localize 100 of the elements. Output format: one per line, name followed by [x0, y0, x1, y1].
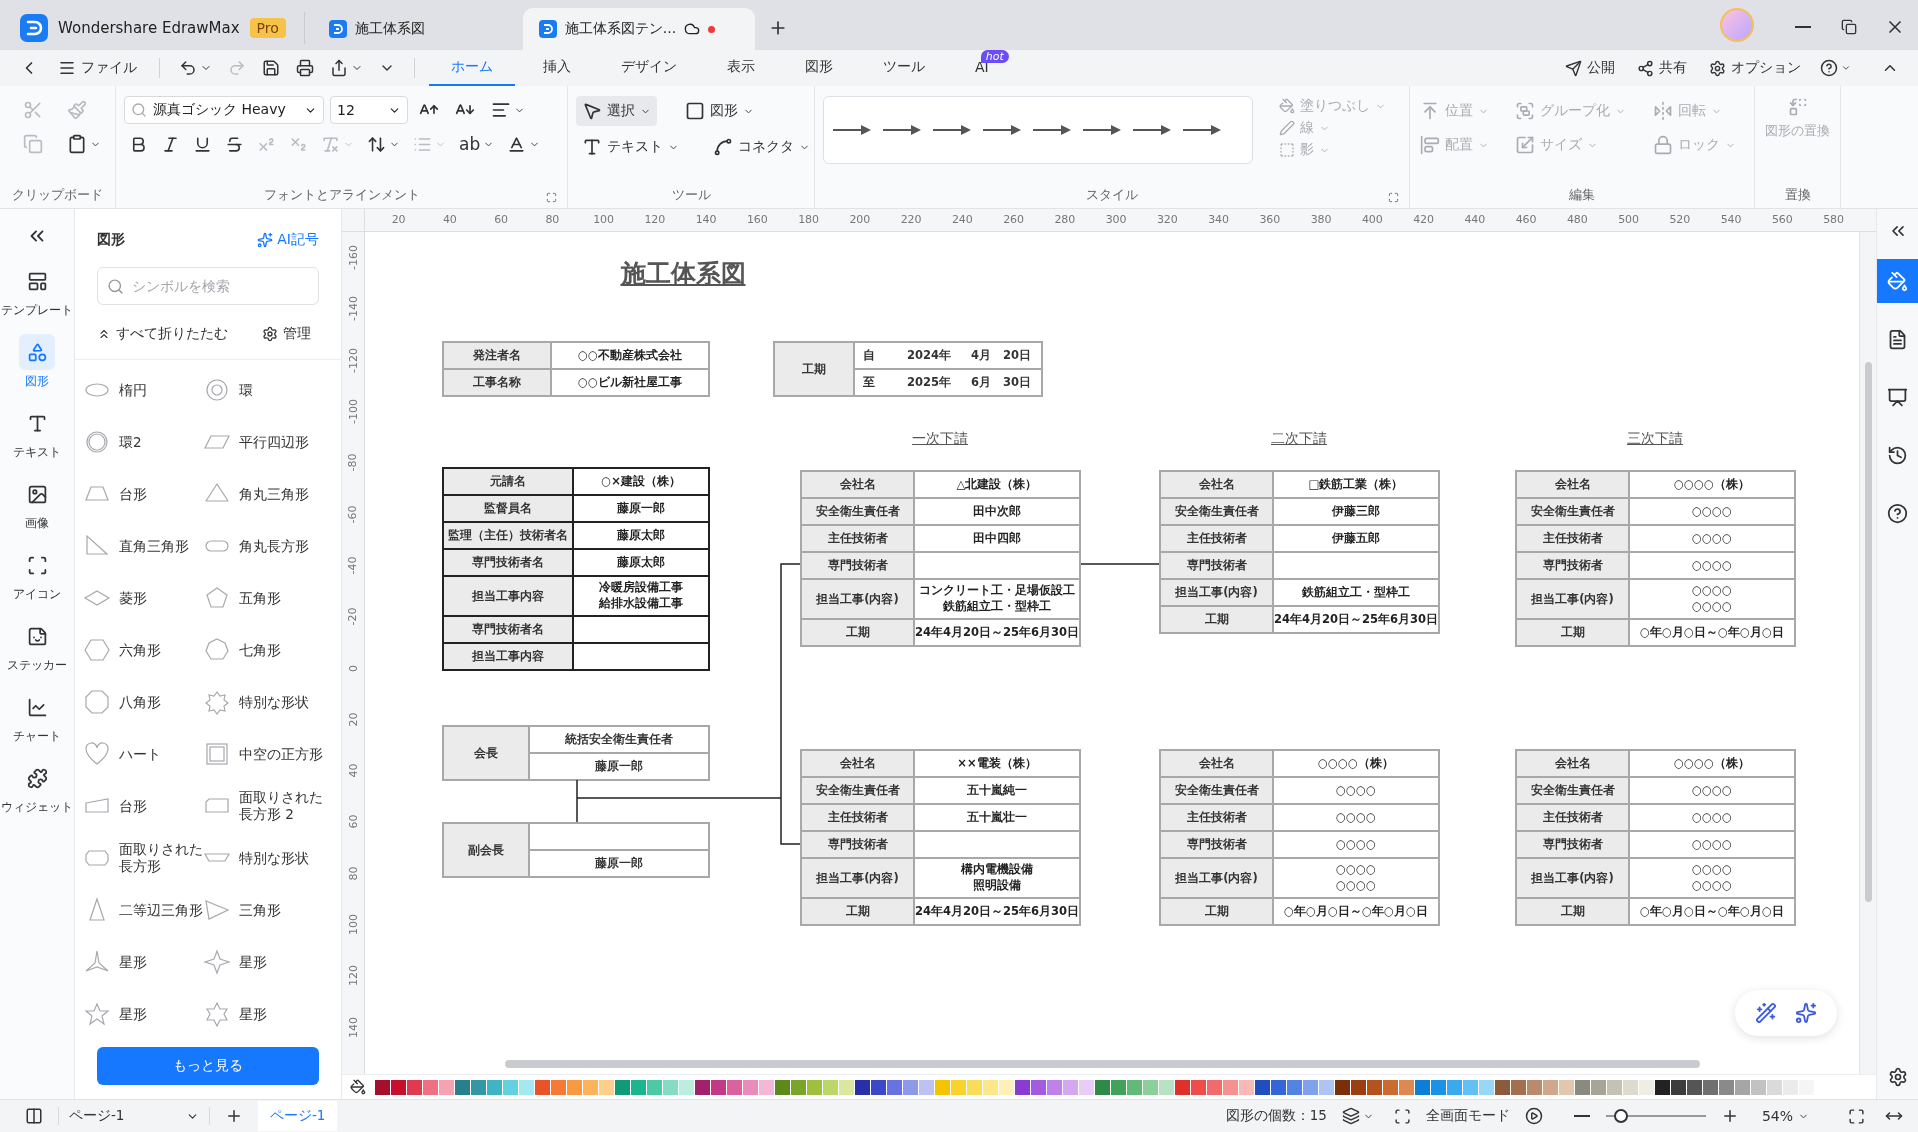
shape-item[interactable]: 三角形	[203, 884, 323, 936]
ai-symbol-link[interactable]: AI記号	[257, 231, 319, 249]
table-cell-text: ○○○○	[1334, 781, 1378, 799]
ruler-label: 160	[745, 212, 769, 228]
tool-button[interactable]: テキスト	[576, 132, 685, 162]
shape-item[interactable]: 角丸三角形	[203, 468, 323, 520]
menu-tab[interactable]: 挿入	[521, 50, 593, 86]
shape-item[interactable]: 面取りされた長方形	[83, 832, 203, 884]
sidebar-item[interactable]: テキスト	[0, 401, 74, 464]
table-cell: 工期	[1161, 899, 1274, 924]
fullscreen-mode-label[interactable]: 全画面モード	[1425, 1107, 1510, 1125]
table-cell-text: 4月	[970, 348, 991, 363]
ruler-label: 400	[1360, 212, 1384, 228]
table-cell-text: ○○○○	[1690, 835, 1734, 853]
shape-item[interactable]: 六角形	[83, 624, 203, 676]
shape-item[interactable]: 台形	[83, 468, 203, 520]
document-tab[interactable]: 施工体系図テン...	[522, 8, 755, 50]
ruler-label: 380	[1309, 212, 1333, 228]
shape-item[interactable]: 八角形	[83, 676, 203, 728]
table-cell: 副会長	[444, 824, 530, 876]
file-menu[interactable]: ファイル	[50, 55, 145, 81]
ruler-label: 100	[592, 212, 616, 228]
ruler-label: -80	[346, 453, 360, 472]
size-field[interactable]: 12	[330, 96, 408, 124]
manage-button[interactable]: 管理	[254, 321, 319, 347]
collapse-all-button[interactable]: すべて折りたたむ	[89, 321, 236, 347]
sidebar-item[interactable]: 図形	[0, 330, 74, 393]
options-button[interactable]: オプション	[1701, 55, 1809, 81]
shape-item[interactable]: 角丸長方形	[203, 520, 323, 572]
share-button[interactable]: 共有	[1629, 55, 1695, 81]
table-cell: 担当工事(内容)	[802, 859, 915, 897]
sidebar-item[interactable]: テンプレート	[0, 259, 74, 322]
shape-item[interactable]: 楕円	[83, 364, 203, 416]
menu-tab[interactable]: ツール	[861, 50, 947, 86]
table-cell-text: ○○ビル新社屋工事	[576, 373, 684, 391]
tool-button[interactable]: 選択	[576, 96, 657, 126]
table-cell: 監理（主任）技術者名	[444, 523, 574, 548]
shape-item[interactable]: 星形	[83, 936, 203, 988]
app-name: Wondershare EdrawMax	[58, 19, 240, 37]
table-cell-text: 24年4月20日～25年6月30日	[1274, 610, 1439, 628]
shape-item[interactable]: 星形	[83, 988, 203, 1035]
table-cell-text: ○○○○	[1690, 502, 1734, 520]
menu-tab[interactable]: デザイン	[599, 50, 699, 86]
ruler-label: 40	[346, 763, 360, 778]
table-cell-text: ○○○○ ○○○○	[1690, 582, 1734, 615]
menu-tab[interactable]: 図形	[783, 50, 855, 86]
publish-button[interactable]: 公開	[1557, 55, 1623, 81]
table-cell-text: □鉄筋工業（株）	[1307, 475, 1405, 493]
text-case-button[interactable]: ab	[454, 130, 500, 158]
shape-item[interactable]: 五角形	[203, 572, 323, 624]
shape-item[interactable]: 星形	[203, 988, 323, 1035]
page-tab[interactable]: ページ-1	[258, 1101, 338, 1131]
shape-item[interactable]: 菱形	[83, 572, 203, 624]
table-cell-text: ○○○○	[1690, 529, 1734, 547]
table-cell: 専門技術者	[1161, 553, 1274, 578]
shape-item[interactable]: ハート	[83, 728, 203, 780]
ruler-label: 360	[1258, 212, 1282, 228]
sidebar-item[interactable]: アイコン	[0, 543, 74, 606]
table-cell: 会社名	[1161, 472, 1274, 497]
shape-item[interactable]: 環	[203, 364, 323, 416]
hot-badge: hot	[980, 50, 1009, 63]
search-field[interactable]: シンボルを検索	[97, 267, 319, 305]
shape-item[interactable]: 中空の正方形	[203, 728, 323, 780]
tool-button[interactable]: 図形	[679, 96, 760, 126]
table-cell-text: コンクリート工・足場仮設工 鉄筋組立工・型枠工	[918, 582, 1076, 615]
table-cell-text: ○×建設（株）	[600, 472, 682, 490]
table-cell-text: 30日	[1002, 375, 1031, 390]
shape-item[interactable]: 特別な形状	[203, 676, 323, 728]
table-cell-text: ○○○○	[1690, 808, 1734, 826]
shape-item[interactable]: 特別な形状	[203, 832, 323, 884]
ruler-label: 440	[1463, 212, 1487, 228]
shape-item[interactable]: 環2	[83, 416, 203, 468]
sidebar-item[interactable]: チャート	[0, 685, 74, 748]
shape-count: 図形の個数：15	[1225, 1107, 1327, 1125]
shape-item[interactable]: 七角形	[203, 624, 323, 676]
tool-button[interactable]: コネクタ	[707, 132, 816, 162]
shape-item[interactable]: 二等辺三角形	[83, 884, 203, 936]
font-field[interactable]: 源真ゴシック Heavy	[124, 96, 324, 124]
table-cell-text: 自	[863, 348, 876, 363]
sidebar-item[interactable]: ステッカー	[0, 614, 74, 677]
shape-item[interactable]: 直角三角形	[83, 520, 203, 572]
shape-item[interactable]: 平行四辺形	[203, 416, 323, 468]
shape-item[interactable]: 星形	[203, 936, 323, 988]
table-cell-text: 田中四郎	[972, 529, 1022, 547]
sidebar-item[interactable]: ウィジェット	[0, 756, 74, 819]
shape-item[interactable]: 台形	[83, 780, 203, 832]
table-cell: 主任技術者	[1517, 805, 1630, 830]
sidebar-item[interactable]: 画像	[0, 472, 74, 535]
zoom-select[interactable]: 54%	[1753, 1104, 1817, 1128]
table-cell: 担当工事(内容)	[1161, 580, 1274, 605]
table-cell-text: 6月	[970, 375, 991, 390]
page-select[interactable]: ページ-1	[58, 1107, 210, 1125]
tier-heading: 三次下請	[1626, 430, 1684, 448]
ruler-label: 480	[1565, 212, 1589, 228]
table-cell: 担当工事(内容)	[1517, 580, 1630, 618]
menu-tab[interactable]: 表示	[705, 50, 777, 86]
document-tab[interactable]: 施工体系図	[312, 8, 515, 50]
ruler-label: 460	[1514, 212, 1538, 228]
shape-item[interactable]: 面取りされた長方形 2	[203, 780, 323, 832]
more-button[interactable]: もっと見る	[97, 1047, 319, 1085]
